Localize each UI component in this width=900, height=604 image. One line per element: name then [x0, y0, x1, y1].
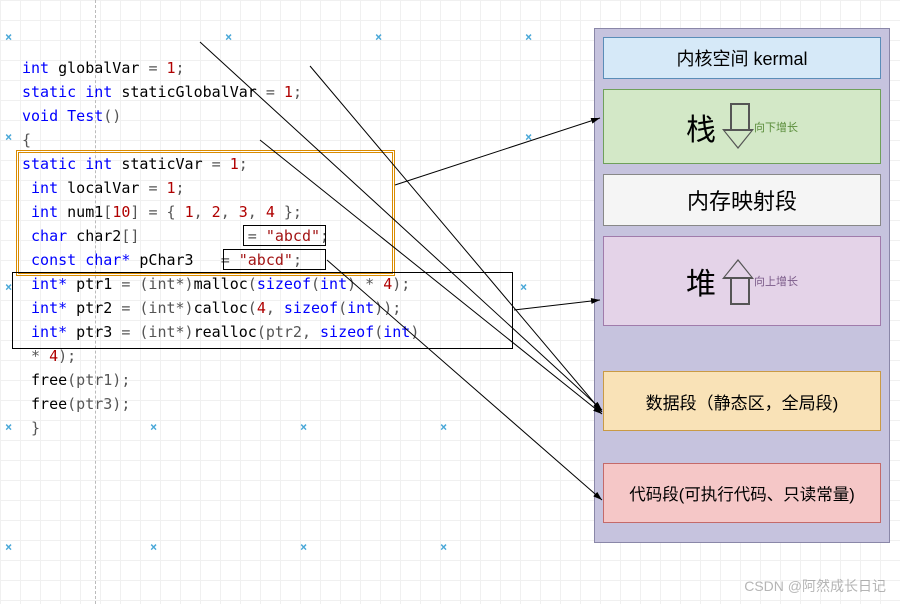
kw-static-int: static int — [22, 83, 112, 101]
arrow-down-icon — [722, 103, 754, 151]
mem-kernel: 内核空间 kermal — [603, 37, 881, 79]
mem-mmap: 内存映射段 — [603, 174, 881, 226]
arrow-up-icon — [722, 257, 754, 305]
mem-heap-label: 堆 — [686, 259, 716, 303]
mem-kernel-label: 内核空间 kermal — [676, 45, 807, 71]
mem-data-label: 数据段（静态区，全局段) — [646, 389, 839, 414]
mem-code: 代码段(可执行代码、只读常量) — [603, 463, 881, 523]
code-block: int globalVar = 1; static int staticGlob… — [22, 32, 419, 440]
mem-mmap-label: 内存映射段 — [687, 184, 797, 216]
mem-code-label: 代码段(可执行代码、只读常量) — [629, 481, 855, 505]
mem-stack-label: 栈 — [686, 105, 716, 149]
watermark: CSDN @阿然成长日记 — [744, 576, 886, 596]
stack-grow-label: 向下增长 — [754, 119, 798, 135]
heap-grow-label: 向上增长 — [754, 273, 798, 289]
kw-int: int — [22, 59, 49, 77]
mem-heap: 堆 向上增长 — [603, 236, 881, 326]
memory-layout-panel: 内核空间 kermal 栈 向下增长 内存映射段 堆 向上增长 数据段（静态区，… — [594, 28, 890, 543]
mem-data: 数据段（静态区，全局段) — [603, 371, 881, 431]
mem-stack: 栈 向下增长 — [603, 89, 881, 164]
